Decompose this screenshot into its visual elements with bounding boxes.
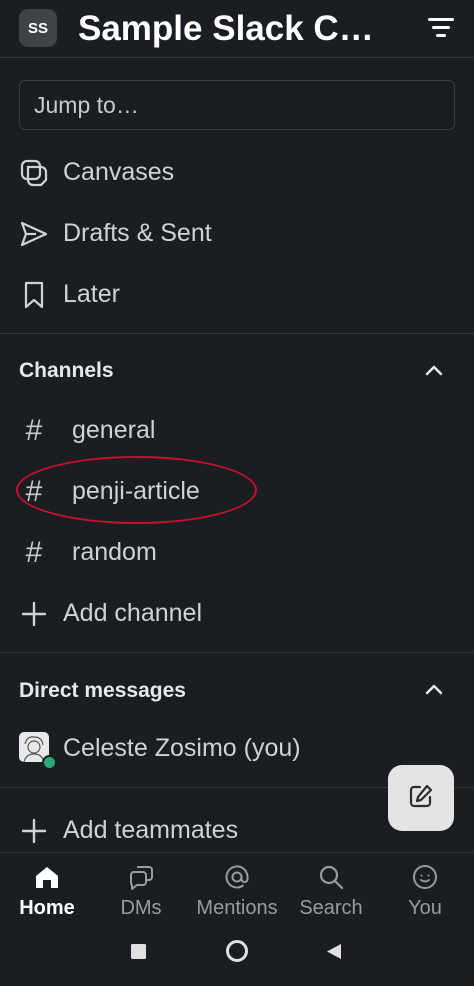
canvases-label: Canvases — [63, 157, 175, 186]
drafts-sent-label: Drafts & Sent — [63, 218, 212, 247]
compose-icon — [407, 782, 435, 815]
hash-icon: # — [25, 414, 43, 447]
tab-label: You — [408, 897, 442, 919]
divider — [0, 333, 474, 334]
tab-label: Mentions — [196, 897, 278, 919]
search-icon — [317, 863, 345, 891]
drafts-sent-item[interactable]: Drafts & Sent — [0, 205, 474, 261]
presence-status-icon — [42, 755, 57, 770]
add-channel-label: Add channel — [63, 598, 203, 627]
later-label: Later — [63, 279, 120, 308]
tab-label: Search — [299, 897, 363, 919]
bookmark-icon — [19, 280, 49, 310]
home-button — [226, 940, 248, 962]
dm-name: Celeste Zosimo (you) — [63, 733, 301, 762]
add-channel-button[interactable]: Add channel — [0, 585, 474, 641]
plus-icon — [19, 599, 49, 629]
later-item[interactable]: Later — [0, 266, 474, 322]
tab-dms[interactable]: DMs — [94, 853, 188, 925]
at-icon — [223, 863, 251, 891]
plus-icon — [19, 816, 49, 846]
filter-icon[interactable] — [424, 11, 458, 45]
tab-mentions[interactable]: Mentions — [188, 853, 286, 925]
send-icon — [19, 219, 49, 249]
canvases-icon — [19, 158, 49, 188]
workspace-header: SS Sample Slack C… — [0, 0, 474, 58]
chevron-up-icon[interactable] — [422, 678, 446, 702]
tab-you[interactable]: You — [376, 853, 474, 925]
you-icon — [411, 863, 439, 891]
chevron-up-icon[interactable] — [422, 359, 446, 383]
system-navigation-bar — [0, 924, 474, 981]
tab-home[interactable]: Home — [0, 853, 94, 925]
home-icon — [33, 863, 61, 891]
channel-general[interactable]: # general — [0, 402, 474, 458]
tab-search[interactable]: Search — [286, 853, 376, 925]
hash-icon: # — [25, 536, 43, 569]
channel-name: random — [72, 537, 157, 566]
bottom-tab-bar: Home DMs Mentions Search You — [0, 852, 474, 924]
workspace-icon[interactable]: SS — [19, 9, 57, 47]
hash-icon: # — [25, 475, 43, 508]
back-button — [327, 944, 341, 959]
channels-section-title[interactable]: Channels — [19, 359, 114, 383]
workspace-name[interactable]: Sample Slack C… — [78, 6, 398, 52]
channel-name: general — [72, 415, 156, 444]
dms-icon — [127, 863, 155, 891]
channel-name: penji-article — [72, 476, 200, 505]
tab-label: DMs — [120, 897, 162, 919]
canvases-item[interactable]: Canvases — [0, 144, 474, 200]
channel-penji-article[interactable]: # penji-article — [0, 463, 474, 519]
tab-label: Home — [19, 897, 75, 919]
recents-button — [131, 944, 146, 959]
add-teammates-label: Add teammates — [63, 815, 239, 844]
divider — [0, 652, 474, 653]
channel-random[interactable]: # random — [0, 524, 474, 580]
jump-to-input[interactable]: Jump to… — [19, 80, 455, 130]
dms-section-title[interactable]: Direct messages — [19, 679, 186, 703]
compose-button[interactable] — [388, 765, 454, 831]
